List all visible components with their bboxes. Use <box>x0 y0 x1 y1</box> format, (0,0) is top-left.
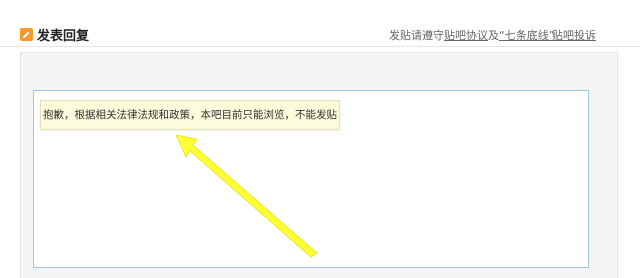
arrow-annotation <box>175 134 318 258</box>
arrow-shape <box>175 134 318 258</box>
